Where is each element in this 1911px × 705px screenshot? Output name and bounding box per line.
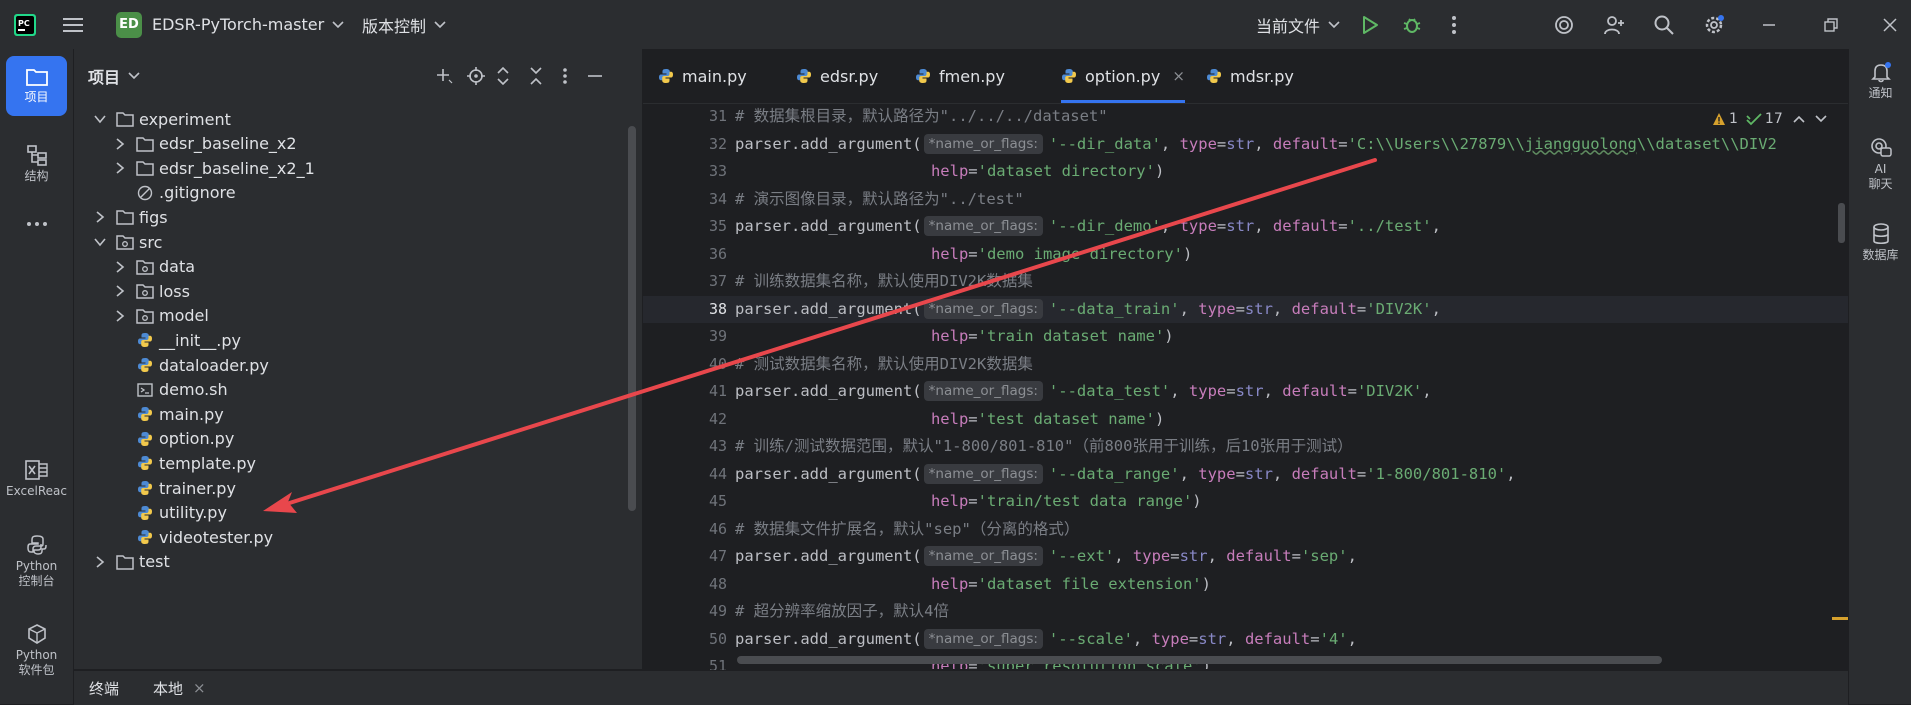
annotation-arrow-shaft [278, 158, 1377, 508]
annotation-arrow-overlay [263, 158, 1377, 513]
